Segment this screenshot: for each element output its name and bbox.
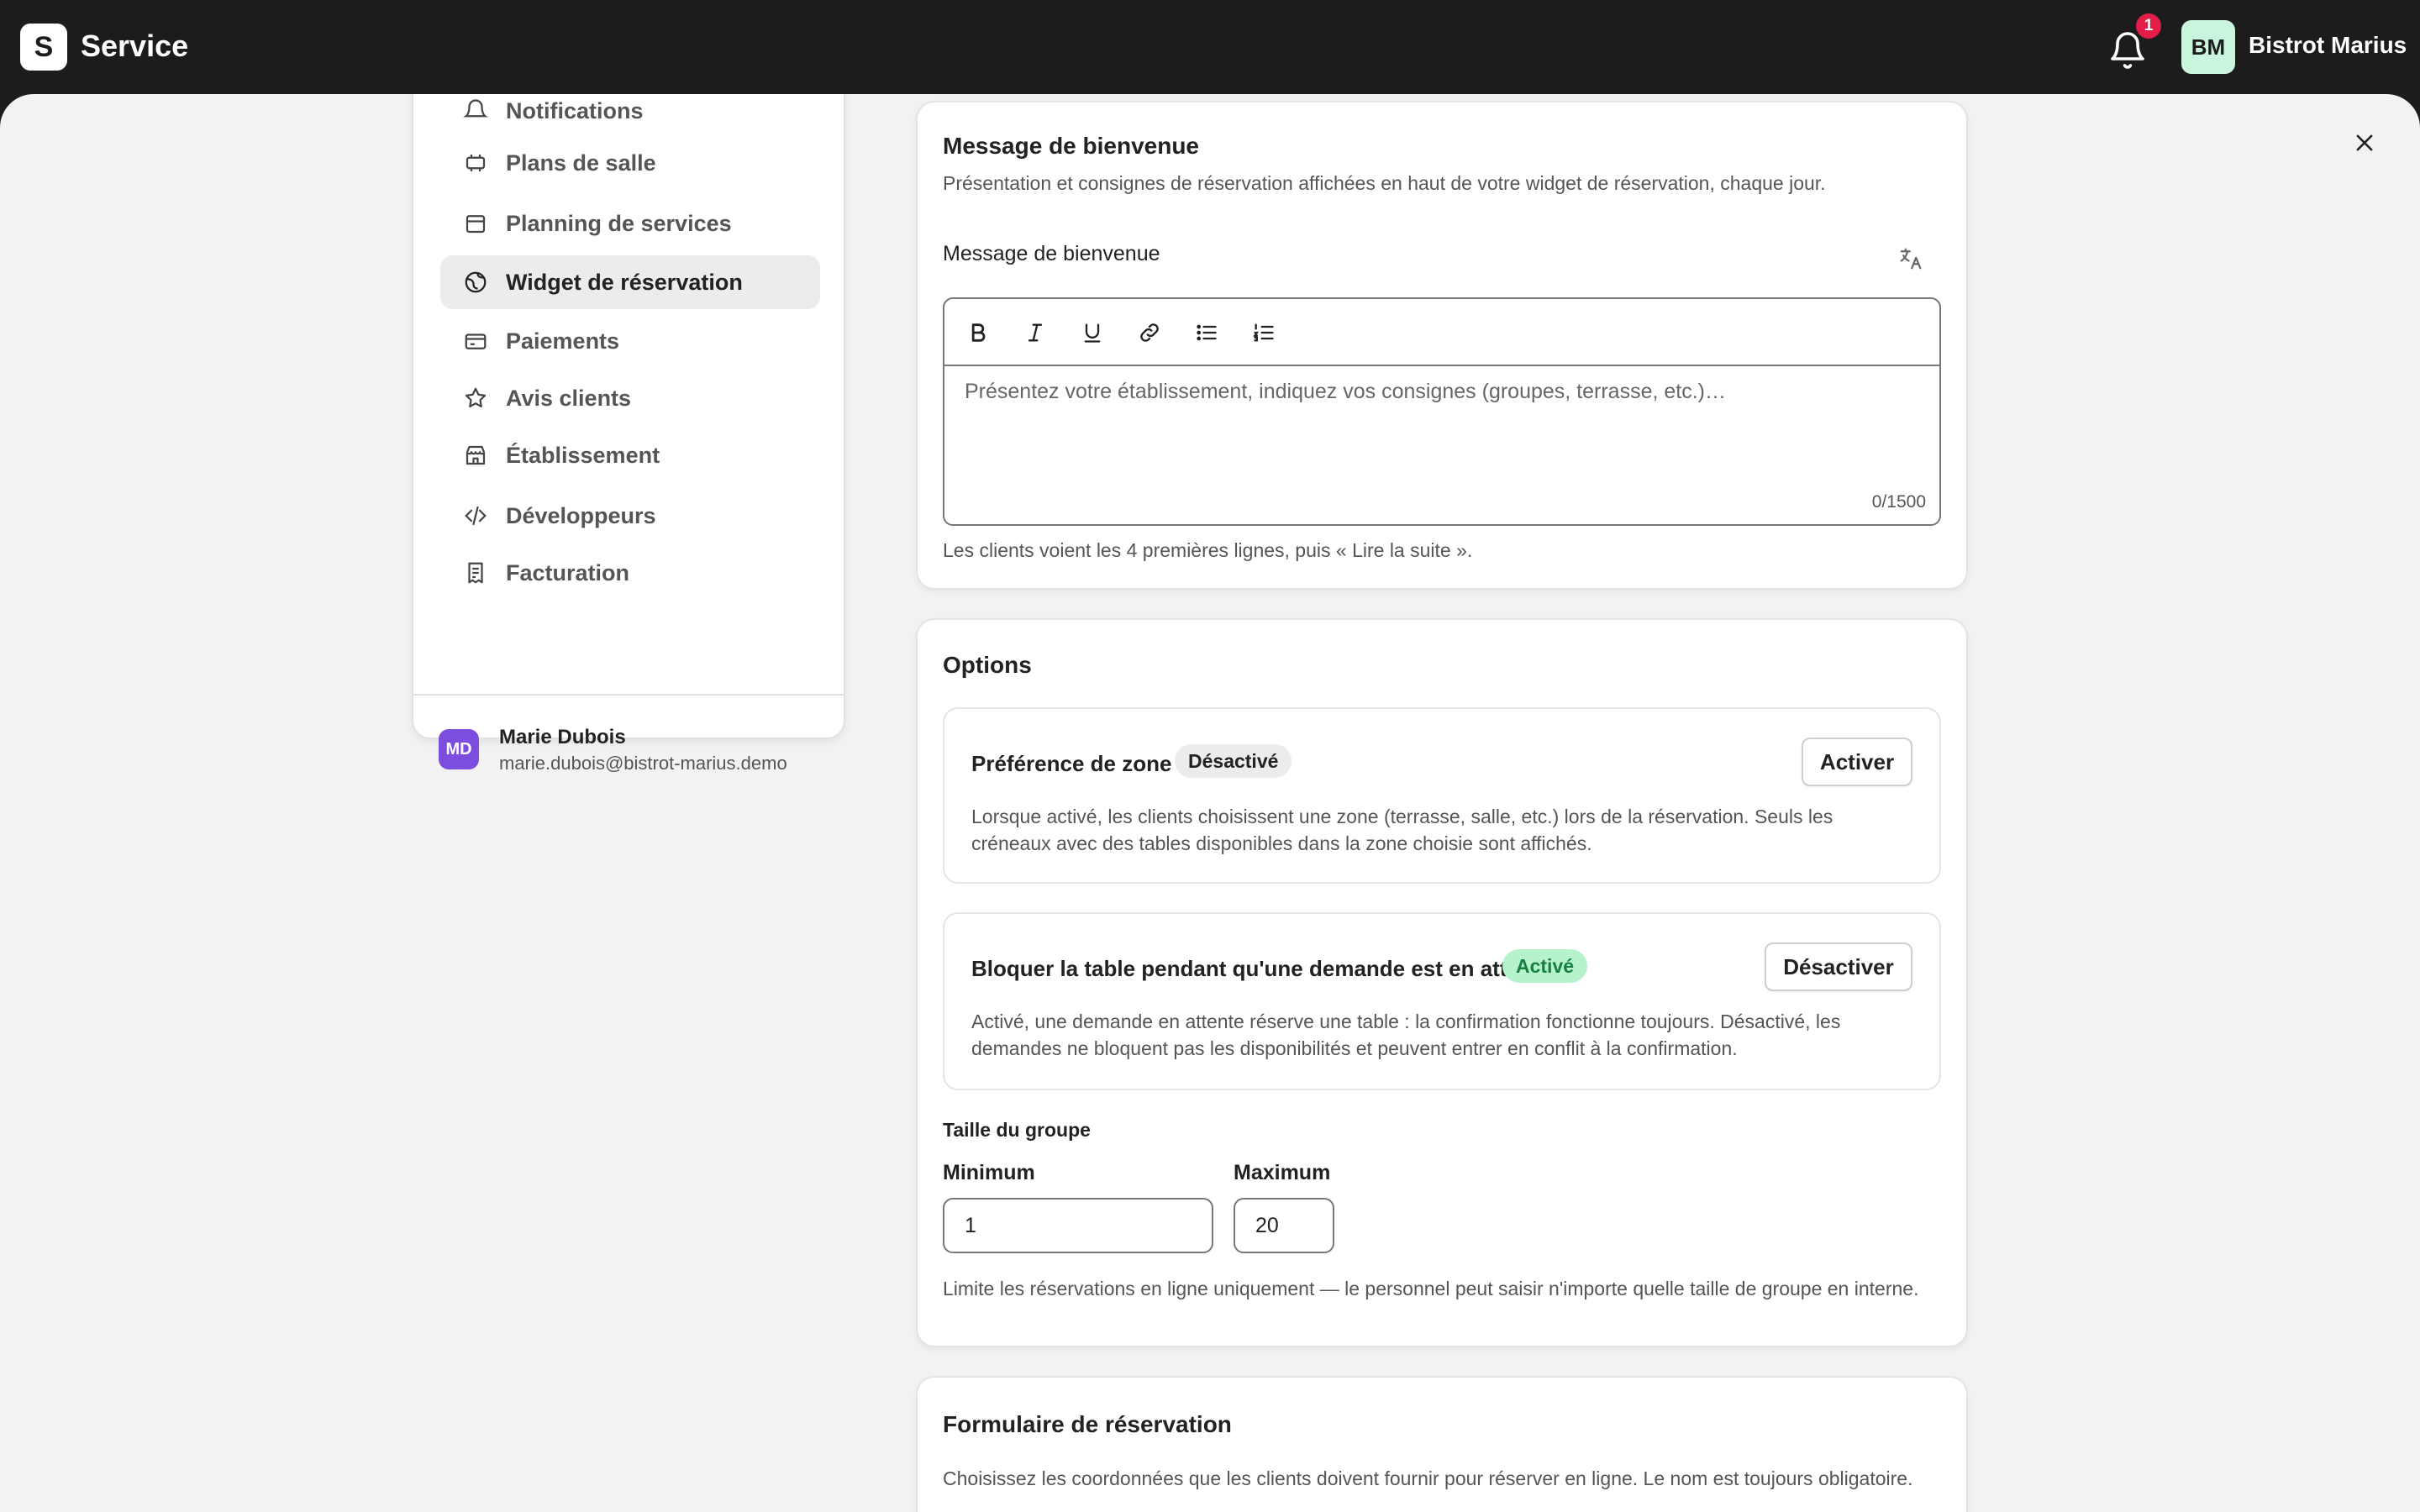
group-size-label: Taille du groupe [943, 1119, 1091, 1141]
bold-icon[interactable] [961, 316, 995, 349]
user-email: marie.dubois@bistrot-marius.demo [499, 753, 787, 774]
settings-sheet: Notifications Plans de salle Planning de… [0, 94, 2420, 1512]
zone-preference-option: Préférence de zone Désactivé Activer Lor… [943, 707, 1941, 884]
translate-icon[interactable] [1894, 242, 1928, 276]
bell-icon [462, 97, 489, 124]
min-group-size-input[interactable]: 1 [943, 1198, 1213, 1253]
option-description: Activé, une demande en attente réserve u… [971, 1011, 1841, 1059]
italic-icon[interactable] [1018, 316, 1052, 349]
org-avatar[interactable]: BM [2181, 20, 2235, 74]
block-table-option: Bloquer la table pendant qu'une demande … [943, 912, 1941, 1090]
sidebar-item-billing[interactable]: Facturation [440, 546, 820, 600]
sidebar-item-label: Paiements [506, 328, 620, 354]
options-card: Options Préférence de zone Désactivé Act… [916, 618, 1968, 1347]
star-icon [462, 385, 489, 412]
link-icon[interactable] [1133, 316, 1166, 349]
user-name: Marie Dubois [499, 726, 626, 748]
globe-icon [462, 269, 489, 296]
bullet-list-icon[interactable] [1190, 316, 1223, 349]
sidebar-item-developers[interactable]: Développeurs [440, 489, 820, 543]
max-group-size-input[interactable]: 20 [1234, 1198, 1334, 1253]
table-icon [462, 150, 489, 176]
group-size-help: Limite les réservations en ligne uniquem… [943, 1278, 1919, 1299]
char-counter: 0/1500 [1871, 492, 1926, 512]
sidebar-divider [413, 694, 844, 696]
user-avatar[interactable]: MD [439, 729, 479, 769]
sidebar-item-label: Planning de services [506, 210, 732, 236]
notification-count-badge: 1 [2136, 13, 2161, 39]
org-name[interactable]: Bistrot Marius [2249, 32, 2407, 59]
sidebar-item-floor-plans[interactable]: Plans de salle [440, 136, 820, 190]
app-title: Service [81, 29, 189, 63]
sidebar-item-label: Facturation [506, 559, 630, 585]
credit-card-icon [462, 328, 489, 354]
welcome-message-card: Message de bienvenue Présentation et con… [916, 101, 1968, 590]
sidebar-item-label: Avis clients [506, 385, 632, 411]
sidebar-item-establishment[interactable]: Établissement [440, 428, 820, 482]
card-description: Présentation et consignes de réservation… [943, 172, 1826, 194]
card-title: Formulaire de réservation [943, 1411, 1232, 1437]
editor-placeholder: Présentez votre établissement, indiquez … [965, 380, 1726, 403]
calendar-icon [462, 210, 489, 237]
app-logo[interactable]: S [20, 24, 67, 71]
receipt-icon [462, 559, 489, 586]
sidebar-item-notifications[interactable]: Notifications [440, 94, 820, 138]
sidebar-item-label: Notifications [506, 97, 644, 123]
sidebar-item-payments[interactable]: Paiements [440, 314, 820, 368]
option-description: Lorsque activé, les clients choisissent … [971, 806, 1833, 854]
status-badge: Activé [1502, 949, 1588, 983]
max-label: Maximum [1234, 1161, 1331, 1184]
welcome-rich-text-editor[interactable]: Présentez votre établissement, indiquez … [943, 297, 1941, 526]
welcome-field-label: Message de bienvenue [943, 242, 1160, 265]
sidebar-item-label: Établissement [506, 442, 660, 468]
enable-zone-button[interactable]: Activer [1802, 738, 1912, 786]
card-title: Message de bienvenue [943, 133, 1200, 159]
reservation-form-card: Formulaire de réservation Choisissez les… [916, 1376, 1968, 1512]
option-title: Préférence de zone [971, 751, 1172, 776]
settings-sidebar: Notifications Plans de salle Planning de… [412, 94, 845, 774]
sidebar-item-label: Développeurs [506, 502, 656, 528]
sidebar-item-booking-widget[interactable]: Widget de réservation [440, 255, 820, 309]
sidebar-item-label: Widget de réservation [506, 269, 743, 295]
sidebar-item-reviews[interactable]: Avis clients [440, 371, 820, 425]
numbered-list-icon[interactable] [1247, 316, 1281, 349]
option-title: Bloquer la table pendant qu'une demande … [971, 956, 1552, 981]
close-icon[interactable] [2349, 128, 2380, 158]
disable-block-button[interactable]: Désactiver [1765, 942, 1912, 991]
min-label: Minimum [943, 1161, 1035, 1184]
sidebar-item-service-planning[interactable]: Planning de services [440, 197, 820, 250]
status-badge: Désactivé [1175, 744, 1292, 778]
store-icon [462, 442, 489, 469]
sidebar-item-label: Plans de salle [506, 150, 656, 176]
welcome-help-text: Les clients voient les 4 premières ligne… [943, 539, 1473, 561]
code-icon [462, 502, 489, 529]
card-description: Choisissez les coordonnées que les clien… [943, 1467, 1913, 1489]
editor-toolbar [944, 299, 1939, 366]
top-bar: S Service 1 BM Bistrot Marius [0, 0, 2420, 94]
card-title: Options [943, 652, 1032, 678]
underline-icon[interactable] [1076, 316, 1109, 349]
